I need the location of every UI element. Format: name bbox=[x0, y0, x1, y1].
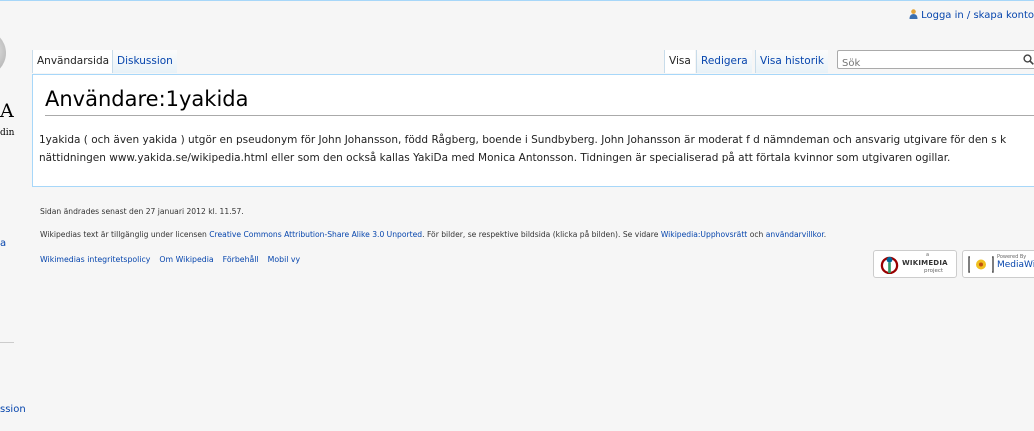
header-border bbox=[0, 0, 1034, 1]
tab-user-page[interactable]: Användarsida bbox=[32, 50, 114, 73]
page-body: 1yakida ( och även yakida ) utgör en pse… bbox=[39, 134, 1007, 164]
footer-lastmod: Sidan ändrades senast den 27 januari 201… bbox=[40, 207, 244, 216]
tab-history[interactable]: Visa historik bbox=[755, 50, 829, 73]
search-box[interactable] bbox=[837, 50, 1034, 72]
wikimedia-badge-a: a bbox=[926, 252, 930, 258]
mediawiki-logo-icon bbox=[968, 256, 994, 273]
terms-link[interactable]: användarvillkor bbox=[766, 230, 824, 239]
mobile-view-link[interactable]: Mobil vy bbox=[268, 255, 301, 264]
tab-view[interactable]: Visa bbox=[664, 50, 695, 73]
footer-places: Wikimedias integritetspolicy Om Wikipedia… bbox=[40, 255, 309, 264]
disclaimer-link[interactable]: Förbehåll bbox=[223, 255, 259, 264]
tab-edit[interactable]: Redigera bbox=[696, 50, 752, 73]
wikimedia-badge-project: project bbox=[924, 268, 944, 274]
license-text: Wikipedias text är tillgänglig under lic… bbox=[40, 230, 210, 239]
cc-license-link[interactable]: Creative Commons Attribution-Share Alike… bbox=[209, 230, 422, 239]
license-text: och bbox=[747, 230, 766, 239]
search-input[interactable] bbox=[838, 55, 1026, 72]
title-divider bbox=[45, 115, 1034, 116]
sidebar-link[interactable]: a bbox=[0, 238, 6, 249]
wikimedia-logo-icon bbox=[880, 256, 899, 274]
footer-license: Wikipedias text är tillgänglig under lic… bbox=[40, 230, 826, 239]
logo-tagline: din bbox=[0, 128, 15, 138]
sidebar-link[interactable]: ssion bbox=[0, 404, 26, 415]
tab-discussion[interactable]: Diskussion bbox=[112, 50, 177, 73]
copyright-link[interactable]: Wikipedia:Upphovsrätt bbox=[661, 230, 747, 239]
page-title: Användare:1yakida bbox=[45, 87, 249, 111]
sidebar-divider bbox=[0, 342, 14, 343]
user-icon bbox=[909, 9, 918, 19]
about-link[interactable]: Om Wikipedia bbox=[159, 255, 213, 264]
mediawiki-badge-name: MediaWiki bbox=[997, 260, 1034, 270]
license-text: . För bilder, se respektive bildsida (kl… bbox=[422, 230, 661, 239]
logo-wordmark: A bbox=[0, 100, 14, 122]
license-text: . bbox=[823, 230, 827, 239]
personal-tools: Logga in / skapa konto bbox=[909, 9, 1034, 21]
search-icon[interactable] bbox=[1023, 54, 1034, 65]
content-area: Användare:1yakida 1yakida ( och även yak… bbox=[32, 74, 1034, 187]
wikimedia-badge-name: WIKIMEDIA bbox=[902, 259, 948, 267]
privacy-link[interactable]: Wikimedias integritetspolicy bbox=[40, 255, 150, 264]
mediawiki-badge[interactable]: Powered By MediaWiki bbox=[962, 250, 1034, 278]
wikipedia-logo[interactable] bbox=[0, 30, 6, 76]
wikimedia-badge[interactable]: a WIKIMEDIA project bbox=[873, 250, 957, 278]
login-link[interactable]: Logga in / skapa konto bbox=[921, 10, 1034, 21]
